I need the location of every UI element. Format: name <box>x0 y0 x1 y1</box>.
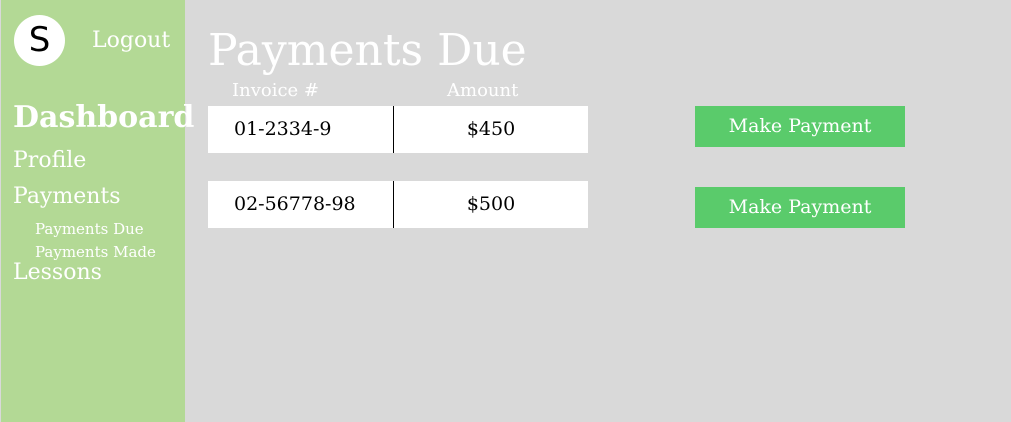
column-header-amount: Amount <box>447 80 519 101</box>
avatar[interactable]: S <box>14 15 65 66</box>
invoice-number: 02-56778-98 <box>234 193 356 215</box>
page-title: Payments Due <box>208 25 527 76</box>
sidebar: S Logout Dashboard Profile Payments Paym… <box>1 0 194 422</box>
amount-value: $450 <box>466 118 516 140</box>
table-row: 02-56778-98 $500 <box>208 181 588 228</box>
nav-payments[interactable]: Payments <box>13 182 121 212</box>
invoice-number: 01-2334-9 <box>234 118 332 140</box>
nav-profile[interactable]: Profile <box>13 146 86 176</box>
nav-payments-due[interactable]: Payments Due <box>35 219 144 239</box>
amount-value: $500 <box>466 193 516 215</box>
make-payment-button[interactable]: Make Payment <box>695 187 905 228</box>
table-row: 01-2334-9 $450 <box>208 106 588 153</box>
make-payment-button[interactable]: Make Payment <box>695 106 905 147</box>
column-header-invoice: Invoice # <box>232 80 320 101</box>
logout-link[interactable]: Logout <box>92 27 170 55</box>
nav-lessons[interactable]: Lessons <box>13 258 102 288</box>
nav-dashboard[interactable]: Dashboard <box>13 98 194 138</box>
